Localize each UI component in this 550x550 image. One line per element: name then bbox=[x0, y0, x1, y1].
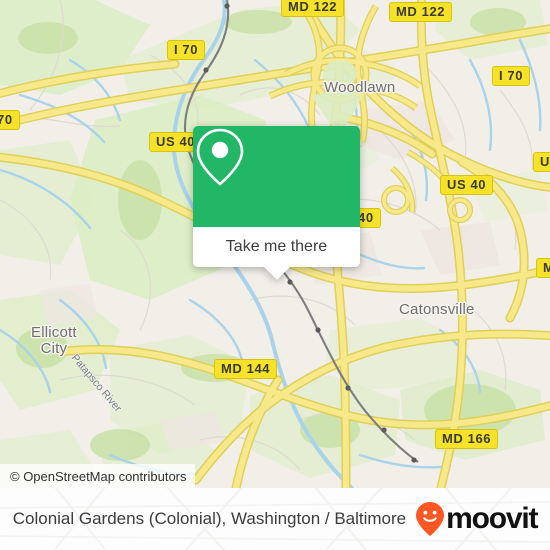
shield-i-70-east[interactable]: I 70 bbox=[492, 66, 531, 86]
footer-bar: Colonial Gardens (Colonial), Washington … bbox=[0, 488, 550, 550]
station-info-card[interactable]: Take me there bbox=[193, 126, 360, 280]
map-attribution-text: © OpenStreetMap contributors bbox=[10, 468, 187, 484]
shield-70-clipped-left[interactable]: 70 bbox=[0, 110, 20, 130]
station-title: Colonial Gardens (Colonial), Washington … bbox=[12, 509, 407, 528]
take-me-there-button[interactable]: Take me there bbox=[193, 227, 360, 267]
map-attribution[interactable]: © OpenStreetMap contributors bbox=[0, 464, 195, 488]
shield-us-4-clipped-right[interactable]: US 4 bbox=[533, 152, 550, 172]
moovit-station-map-screenshot: Woodlawn Catonsville Ellicott City Patap… bbox=[0, 0, 550, 550]
moovit-wordmark: moovit bbox=[446, 502, 538, 535]
map-label-ellicott-city-line1: Ellicott bbox=[31, 324, 77, 341]
take-me-there-label: Take me there bbox=[225, 238, 328, 255]
shield-i-70-west[interactable]: I 70 bbox=[167, 40, 206, 60]
shield-md-166[interactable]: MD 166 bbox=[435, 429, 499, 449]
shield-md-122-east[interactable]: MD 122 bbox=[389, 2, 453, 22]
map-pin-icon bbox=[196, 128, 244, 186]
moovit-pin-smile-icon bbox=[416, 502, 445, 536]
map-label-ellicott-city: Ellicott City bbox=[31, 325, 77, 357]
shield-md-144[interactable]: MD 144 bbox=[214, 359, 278, 379]
map-canvas[interactable]: Woodlawn Catonsville Ellicott City Patap… bbox=[0, 0, 550, 488]
shield-md-122-west[interactable]: MD 122 bbox=[281, 0, 345, 17]
map-label-catonsville: Catonsville bbox=[399, 301, 475, 318]
map-label-ellicott-city-line2: City bbox=[40, 340, 68, 357]
map-label-woodlawn: Woodlawn bbox=[324, 79, 396, 96]
station-card-header bbox=[193, 126, 360, 227]
card-pointer-arrow bbox=[263, 267, 290, 280]
shield-us-40-east[interactable]: US 40 bbox=[440, 175, 494, 195]
shield-m-clipped-right[interactable]: M bbox=[536, 258, 550, 278]
moovit-logo[interactable]: moovit bbox=[415, 501, 538, 537]
